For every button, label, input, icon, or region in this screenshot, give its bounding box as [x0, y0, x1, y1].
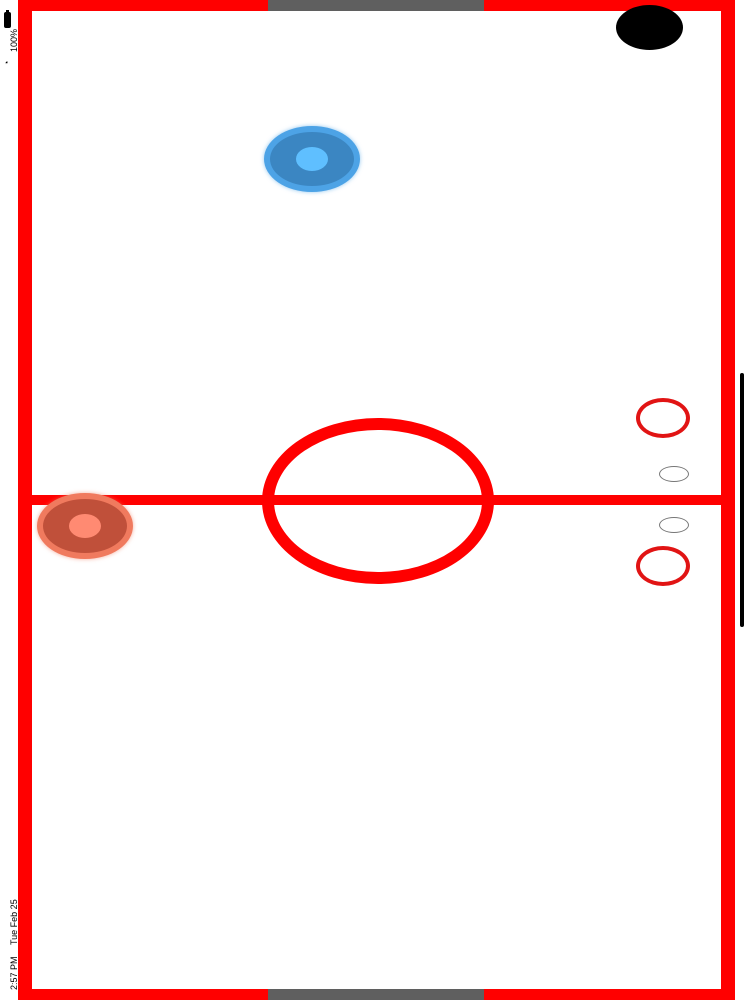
red-paddle-knob [69, 514, 101, 538]
blue-paddle[interactable] [264, 126, 360, 192]
goal-top [268, 0, 484, 11]
blue-paddle-knob [296, 147, 328, 171]
air-hockey-rink[interactable] [18, 0, 735, 1000]
game-screen: 100% ◔ Tue Feb 25 2:57 PM [0, 0, 750, 1000]
red-paddle[interactable] [37, 493, 133, 559]
status-bar: 100% ◔ Tue Feb 25 2:57 PM [0, 0, 19, 1000]
score-marker-top-dot [659, 466, 689, 482]
home-indicator[interactable] [740, 373, 744, 627]
puck [616, 5, 683, 50]
goal-bottom [268, 989, 484, 1000]
score-marker-top-ring [636, 398, 690, 438]
battery-icon [4, 10, 11, 28]
wifi-icon: ◔ [2, 60, 12, 66]
score-marker-bottom-ring [636, 546, 690, 586]
score-marker-bottom-dot [659, 517, 689, 533]
center-circle [262, 418, 494, 584]
